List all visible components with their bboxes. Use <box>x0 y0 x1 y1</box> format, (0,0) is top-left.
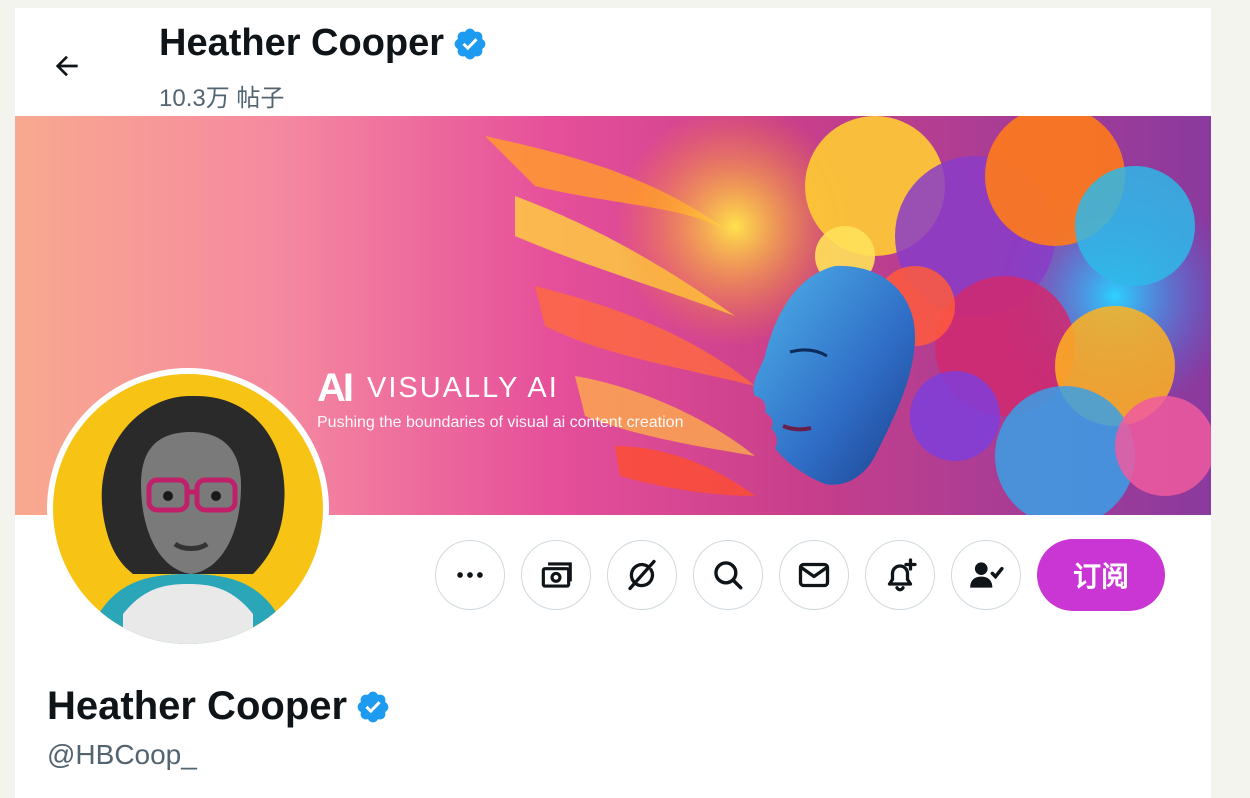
arrow-left-icon <box>55 55 78 77</box>
avatar-image <box>53 374 323 644</box>
back-button[interactable] <box>39 38 95 94</box>
profile-page: Heather Cooper 10.3万 帖子 AI VISUALLY AI P… <box>14 8 1212 798</box>
more-button[interactable] <box>435 540 505 610</box>
grok-button[interactable] <box>607 540 677 610</box>
tip-button[interactable] <box>521 540 591 610</box>
banner-brand: AI VISUALLY AI <box>317 366 559 411</box>
search-icon <box>714 561 743 590</box>
profile-action-bar: 订阅 <box>435 539 1165 611</box>
header-name: Heather Cooper <box>159 22 445 64</box>
user-handle: @HBCoop_ <box>47 739 197 770</box>
following-button[interactable] <box>951 540 1021 610</box>
verified-badge-icon <box>454 28 486 59</box>
tip-money-icon <box>541 562 572 588</box>
more-icon <box>457 572 483 578</box>
posts-count: 10.3万 帖子 <box>159 85 285 112</box>
brand-name: VISUALLY AI <box>367 372 559 404</box>
subscribe-button[interactable]: 订阅 <box>1037 539 1165 611</box>
avatar[interactable] <box>47 368 329 650</box>
message-button[interactable] <box>779 540 849 610</box>
following-icon <box>970 562 1004 588</box>
brand-logo-mark: AI <box>317 366 354 410</box>
profile-header-bar: Heather Cooper 10.3万 帖子 <box>15 8 1211 116</box>
search-button[interactable] <box>693 540 763 610</box>
header-title: Heather Cooper <box>159 22 488 65</box>
profile-identity: Heather Cooper @HBCoop_ <box>47 684 391 771</box>
notify-button[interactable] <box>865 540 935 610</box>
display-name-row: Heather Cooper <box>47 684 391 729</box>
notification-add-icon <box>887 558 917 592</box>
banner-tagline: Pushing the boundaries of visual ai cont… <box>317 414 684 431</box>
message-icon <box>798 562 830 588</box>
grok-icon <box>628 559 656 591</box>
display-name: Heather Cooper <box>47 684 348 728</box>
avatar-illustration <box>53 374 323 644</box>
verified-badge-icon[interactable] <box>355 689 391 725</box>
